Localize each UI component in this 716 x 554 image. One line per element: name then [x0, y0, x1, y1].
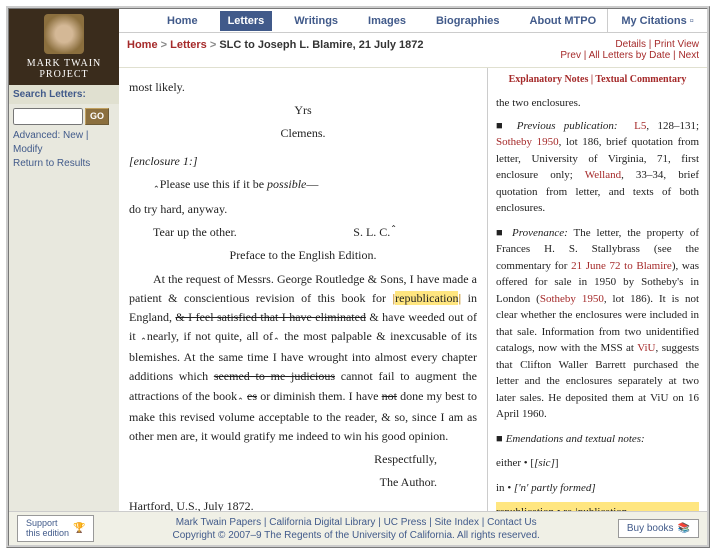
emend-entry: either • [[sic]]: [496, 453, 699, 474]
details-link[interactable]: Details: [615, 39, 646, 50]
l5-link[interactable]: L5: [634, 120, 646, 132]
logo: MARK TWAIN PROJECT: [9, 9, 119, 85]
sotheby-link-2[interactable]: Sotheby 1950: [540, 293, 604, 305]
prev-link[interactable]: Prev: [560, 50, 581, 61]
top-right-links: Details | Print View Prev | All Letters …: [560, 39, 699, 61]
breadcrumb-letters[interactable]: Letters: [170, 39, 207, 51]
notes-text: the two enclosures.: [496, 95, 699, 112]
breadcrumb-home[interactable]: Home: [127, 39, 158, 51]
print-view-link[interactable]: Print View: [654, 39, 699, 50]
sotheby-link[interactable]: Sotheby 1950: [496, 136, 559, 148]
footer-links[interactable]: Mark Twain Papers | California Digital L…: [94, 516, 617, 529]
doc-text: The Author.: [129, 473, 477, 492]
doc-text: most likely.: [129, 78, 477, 97]
viu-link[interactable]: ViU: [637, 342, 655, 354]
support-button[interactable]: Support this edition 🏆: [17, 515, 94, 543]
document-pane[interactable]: most likely. Yrs Clemens. [enclosure 1:]…: [119, 68, 487, 511]
logo-line1: MARK TWAIN: [27, 58, 102, 69]
books-icon: 📚: [678, 523, 690, 534]
return-results-link[interactable]: Return to Results: [13, 158, 90, 169]
provenance: ■ Provenance: The letter, the property o…: [496, 223, 699, 425]
doc-text: Yrs: [129, 101, 477, 120]
emend-entry: in • ['n' partly formed]: [496, 478, 699, 499]
doc-text: Tear up the other. S. L. C.⌃: [129, 223, 477, 242]
emendations-header: ■ Emendations and textual notes:: [496, 429, 699, 450]
doc-text: Clemens.: [129, 124, 477, 143]
search-input[interactable]: [13, 108, 83, 125]
nav-letters[interactable]: Letters: [220, 11, 273, 31]
advanced-new-link[interactable]: New: [63, 130, 83, 141]
commentary-link[interactable]: 21 June 72 to Blamire: [571, 260, 672, 272]
previous-publication: ■ Previous publication: L5, 128–131; Sot…: [496, 116, 699, 219]
nav-biographies[interactable]: Biographies: [428, 11, 508, 31]
enclosure-1-label: [enclosure 1:]: [129, 152, 477, 171]
advanced-label: Advanced:: [13, 130, 60, 141]
advanced-modify-link[interactable]: Modify: [13, 144, 42, 155]
buy-books-button[interactable]: Buy books 📚: [618, 519, 699, 538]
next-link[interactable]: Next: [678, 50, 699, 61]
nav-images[interactable]: Images: [360, 11, 414, 31]
breadcrumb-title: SLC to Joseph L. Blamire, 21 July 1872: [219, 39, 423, 51]
doc-text: ⌃Please use this if it be possible—: [129, 175, 477, 196]
my-citations-button[interactable]: My Citations ▫: [607, 9, 707, 32]
nav-about[interactable]: About MTPO: [522, 11, 605, 31]
emend-entry-highlighted: republication • re-|publication: [496, 502, 699, 511]
doc-text: Hartford, U.S., July 1872.: [129, 497, 477, 511]
doc-text: do try hard, anyway.: [129, 200, 477, 219]
preface-title: Preface to the English Edition.: [129, 246, 477, 265]
main-paragraph: At the request of Messrs. George Routled…: [129, 270, 477, 447]
search-header: Search Letters:: [9, 85, 119, 104]
nav-writings[interactable]: Writings: [286, 11, 346, 31]
logo-line2: PROJECT: [39, 69, 88, 80]
trophy-icon: 🏆: [73, 523, 85, 534]
breadcrumb: Home > Letters > SLC to Joseph L. Blamir…: [127, 39, 560, 61]
doc-text: Respectfully,: [129, 450, 477, 469]
tab-explanatory[interactable]: Explanatory Notes: [509, 74, 589, 85]
notes-pane[interactable]: Explanatory Notes | Textual Commentary t…: [487, 68, 707, 511]
main-nav: Home Letters Writings Images Biographies…: [119, 9, 607, 32]
tab-textual[interactable]: Textual Commentary: [595, 74, 686, 85]
welland-link[interactable]: Welland: [585, 169, 621, 181]
nav-home[interactable]: Home: [159, 11, 206, 31]
citations-icon: ▫: [690, 15, 694, 27]
copyright: Copyright © 2007–9 The Regents of the Un…: [94, 529, 617, 542]
go-button[interactable]: GO: [85, 108, 109, 125]
all-letters-link[interactable]: All Letters by Date: [589, 50, 671, 61]
footer: Support this edition 🏆 Mark Twain Papers…: [9, 511, 707, 545]
